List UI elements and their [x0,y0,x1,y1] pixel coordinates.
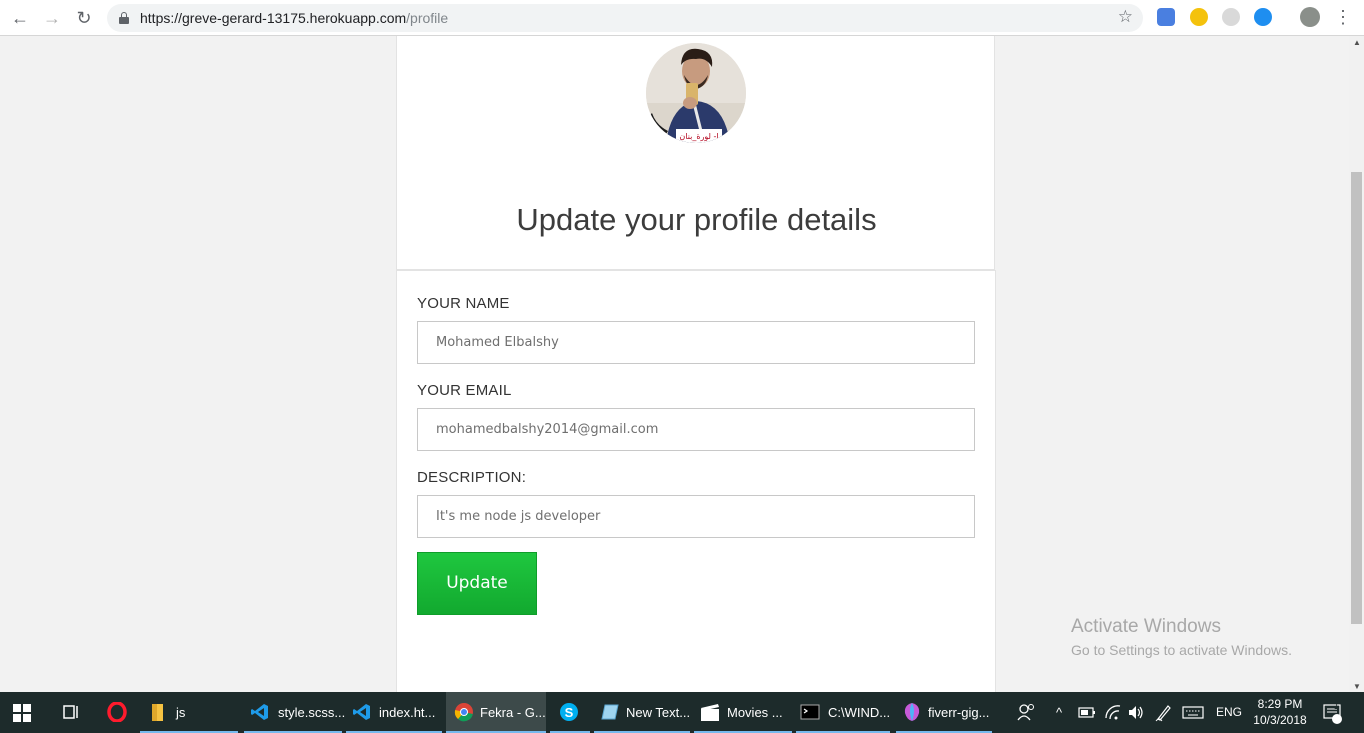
skype-icon: S [560,703,578,721]
taskbar-label: New Text... [626,705,691,720]
more-menu-icon[interactable]: ⋮ [1334,5,1352,29]
sync-extension-icon[interactable] [1254,8,1272,26]
show-hidden-icons-chevron-icon[interactable]: ^ [1056,692,1062,733]
profile-avatar: ا- لورة_بنان [646,43,746,143]
paint-icon [904,703,920,721]
taskbar-skype[interactable]: S [550,692,590,733]
taskbar-item-new-text[interactable]: New Text... [594,692,690,733]
taskbar-label: Movies ... [727,705,783,720]
browser-toolbar: ← → ↻ https://greve-gerard-13175.herokua… [0,0,1364,36]
reload-icon[interactable]: ↻ [72,6,96,30]
avatar-caption: ا- لورة_بنان [679,132,718,141]
start-button[interactable] [0,692,46,733]
task-view-icon [63,705,78,719]
description-field[interactable]: It's me node js developer [417,495,975,538]
page-title: Update your profile details [516,202,877,237]
windows-logo-icon [13,704,31,722]
windows-taskbar: js style.scss... index.ht... Fekra - G..… [0,692,1364,733]
scroll-up-arrow-icon[interactable]: ▲ [1353,38,1361,47]
notepad-icon [601,704,619,720]
clock-time: 8:29 PM [1257,697,1303,711]
scrollbar-thumb[interactable] [1351,172,1362,624]
scroll-down-arrow-icon[interactable]: ▼ [1353,682,1361,691]
clock-date: 10/3/2018 [1253,713,1307,727]
taskbar-label: fiverr-gig... [928,705,990,720]
vertical-scrollbar[interactable]: ▲ ▼ [1349,36,1364,692]
translate-extension-icon[interactable] [1157,8,1175,26]
profile-avatar-icon[interactable] [1300,7,1320,27]
name-field[interactable]: Mohamed Elbalshy [417,321,975,364]
taskbar-item-chrome[interactable]: Fekra - G... [446,692,546,733]
taskbar-label: style.scss... [278,705,346,720]
taskbar-item-style-scss[interactable]: style.scss... [244,692,346,733]
email-field[interactable]: mohamedbalshy2014@gmail.com [417,408,975,451]
battery-icon[interactable] [1078,692,1096,733]
taskbar-item-js[interactable]: js [140,692,238,733]
email-label: YOUR EMAIL [417,382,512,399]
taskbar-item-fiverr-gig[interactable]: fiverr-gig... [896,692,992,733]
language-indicator[interactable]: ENG [1216,692,1242,733]
action-center-icon[interactable]: 1 [1322,692,1344,733]
back-arrow-icon[interactable]: ← [8,6,32,30]
folder-icon [152,704,163,721]
wifi-icon[interactable] [1104,692,1122,733]
pen-workspace-icon[interactable] [1154,692,1172,733]
volume-icon[interactable] [1127,692,1145,733]
opera-icon [107,702,127,722]
activate-windows-watermark: Activate Windows Go to Settings to activ… [1071,616,1292,658]
update-button[interactable]: Update [417,552,537,615]
address-bar[interactable]: https://greve-gerard-13175.herokuapp.com… [107,4,1143,32]
notification-count-badge: 1 [1334,701,1340,711]
vscode-icon [251,704,268,720]
taskbar-label: js [176,705,186,720]
taskbar-label: index.ht... [379,705,436,720]
page-viewport: ا- لورة_بنان Update your profile details… [0,36,1349,692]
profile-header-card: ا- لورة_بنان Update your profile details [396,36,995,270]
taskbar-item-index-html[interactable]: index.ht... [346,692,442,733]
task-view-button[interactable] [46,692,94,733]
forward-arrow-icon[interactable]: → [40,6,64,30]
profile-form-card: YOUR NAME Mohamed Elbalshy YOUR EMAIL mo… [396,270,996,692]
vscode-icon [353,704,370,720]
description-label: DESCRIPTION: [417,469,527,486]
lock-icon [119,12,129,24]
bookmark-star-icon[interactable]: ☆ [1118,7,1133,27]
taskbar-label: Fekra - G... [480,705,546,720]
watermark-title: Activate Windows [1071,616,1221,637]
name-label: YOUR NAME [417,295,510,312]
system-clock[interactable]: 8:29 PM 10/3/2018 [1252,696,1308,728]
chrome-icon [454,703,473,722]
keyboard-icon[interactable] [1182,692,1204,733]
extension-icon[interactable] [1222,8,1240,26]
url-text: https://greve-gerard-13175.herokuapp.com… [140,10,449,26]
movies-icon [701,704,719,721]
taskbar-label: C:\WIND... [828,705,891,720]
watermark-subtitle: Go to Settings to activate Windows. [1071,642,1292,658]
taskbar-opera[interactable] [94,692,140,733]
night-mode-extension-icon[interactable] [1190,8,1208,26]
svg-text:S: S [565,705,574,720]
taskbar-item-movies[interactable]: Movies ... [694,692,792,733]
cmd-icon [800,704,820,720]
taskbar-item-cmd[interactable]: C:\WIND... [796,692,890,733]
people-icon[interactable] [1016,692,1036,733]
